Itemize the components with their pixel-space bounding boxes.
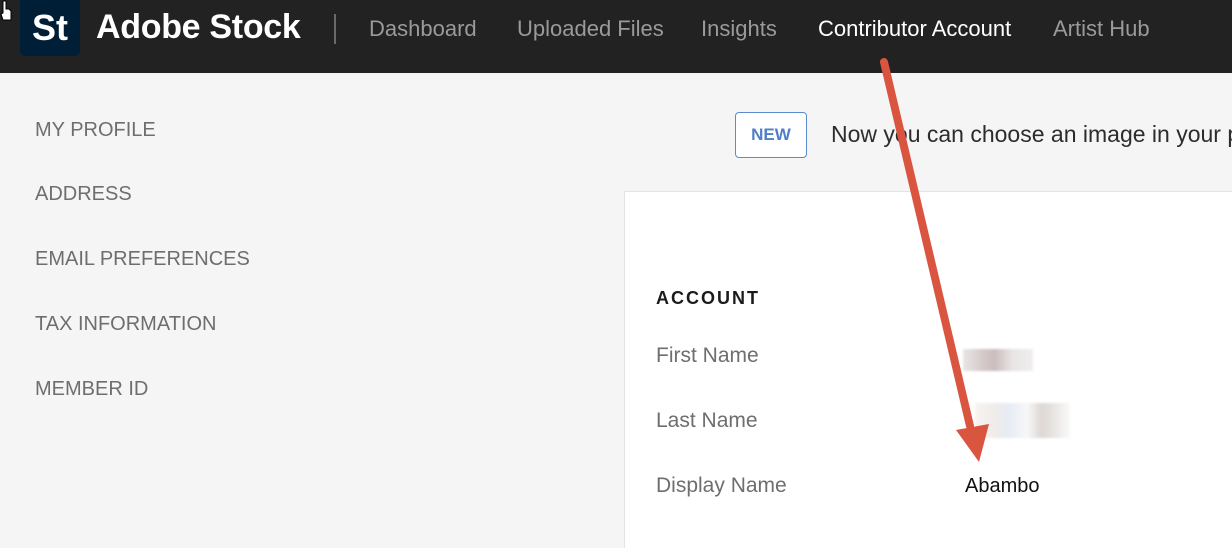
- display-name-label: Display Name: [656, 474, 787, 497]
- sidebar-item-my-profile[interactable]: MY PROFILE: [35, 119, 156, 142]
- sidebar-item-tax-information[interactable]: TAX INFORMATION: [35, 313, 216, 336]
- nav-divider: [334, 14, 336, 44]
- nav-insights[interactable]: Insights: [701, 16, 777, 42]
- new-badge: NEW: [735, 112, 807, 158]
- nav-dashboard[interactable]: Dashboard: [369, 16, 477, 42]
- nav-artist-hub[interactable]: Artist Hub: [1053, 16, 1150, 42]
- sidebar-item-address[interactable]: ADDRESS: [35, 183, 132, 206]
- account-section-title: ACCOUNT: [656, 288, 760, 308]
- brand-name[interactable]: Adobe Stock: [96, 8, 301, 47]
- top-navigation-bar: St Adobe Stock Dashboard Uploaded Files …: [0, 0, 1232, 73]
- nav-uploaded-files[interactable]: Uploaded Files: [517, 16, 664, 42]
- first-name-label: First Name: [656, 344, 759, 367]
- adobe-stock-logo[interactable]: St: [20, 0, 80, 56]
- display-name-value: Abambo: [965, 475, 1040, 497]
- hand-cursor-icon: [0, 0, 12, 21]
- last-name-label: Last Name: [656, 409, 758, 432]
- announcement-text: Now you can choose an image in your p: [831, 121, 1232, 147]
- nav-contributor-account[interactable]: Contributor Account: [818, 16, 1011, 42]
- sidebar-item-email-preferences[interactable]: EMAIL PREFERENCES: [35, 248, 250, 271]
- sidebar-item-member-id[interactable]: MEMBER ID: [35, 378, 148, 401]
